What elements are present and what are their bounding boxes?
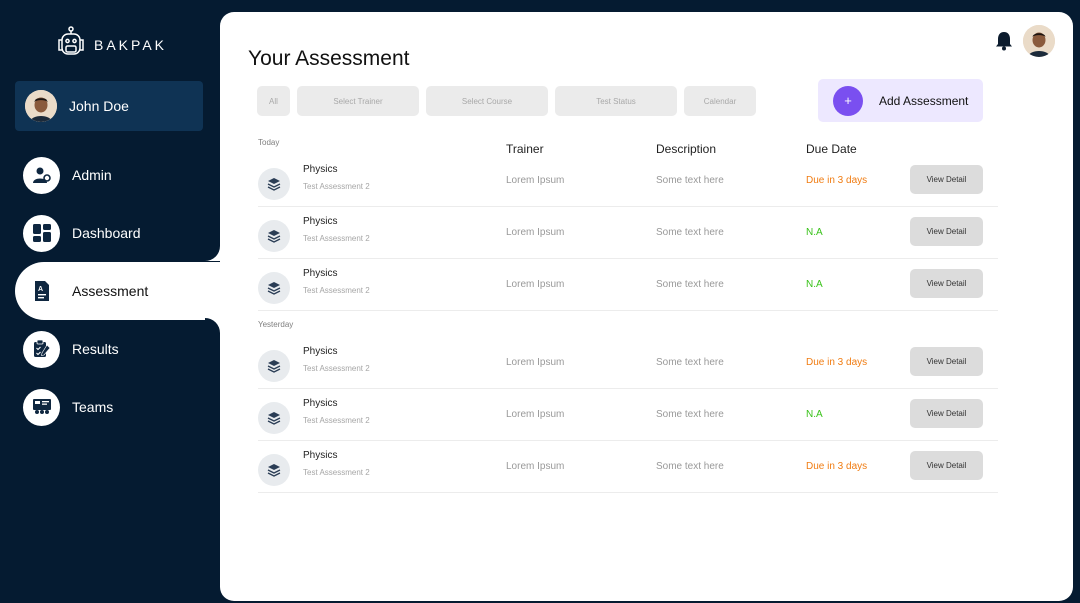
row-trainer: Lorem Ipsum	[506, 175, 565, 186]
view-detail-button[interactable]: View Detail	[910, 399, 983, 428]
layers-icon	[258, 402, 290, 434]
brand-name: BAKPAK	[94, 36, 167, 53]
robot-backpack-icon	[56, 26, 86, 63]
header-actions	[994, 25, 1055, 57]
sidebar-item-teams[interactable]: Teams	[0, 378, 220, 436]
row-trainer: Lorem Ipsum	[506, 461, 565, 472]
app-window: BAKPAK John Doe Admin Dashboard A Assess…	[0, 0, 1080, 603]
row-subject: Physics	[303, 216, 338, 227]
table-row: Physics Test Assessment 2 Lorem Ipsum So…	[258, 337, 998, 389]
sidebar-item-label: Results	[72, 341, 119, 357]
filter-all[interactable]: All	[257, 86, 290, 116]
layers-icon	[258, 168, 290, 200]
sidebar-item-assessment[interactable]: A Assessment	[15, 262, 220, 320]
bell-icon[interactable]	[994, 30, 1014, 52]
row-due-date: Due in 3 days	[806, 461, 868, 472]
add-assessment-button[interactable]: + Add Assessment	[818, 79, 983, 122]
view-detail-button[interactable]: View Detail	[910, 347, 983, 376]
table-row: Physics Test Assessment 2 Lorem Ipsum So…	[258, 155, 998, 207]
row-due-date: N.A	[806, 227, 823, 238]
view-detail-button[interactable]: View Detail	[910, 451, 983, 480]
row-subject: Physics	[303, 268, 338, 279]
row-description: Some text here	[656, 175, 724, 186]
row-description: Some text here	[656, 461, 724, 472]
row-subtitle: Test Assessment 2	[303, 416, 370, 425]
layers-icon	[258, 220, 290, 252]
filter-trainer-select[interactable]: Select Trainer	[297, 86, 419, 116]
sidebar-item-results[interactable]: Results	[0, 320, 220, 378]
sidebar-item-dashboard[interactable]: Dashboard	[0, 204, 220, 262]
layers-icon	[258, 454, 290, 486]
sidebar-item-label: Teams	[72, 399, 114, 415]
row-description: Some text here	[656, 357, 724, 368]
brand-logo[interactable]: BAKPAK	[56, 26, 167, 63]
active-tab-curve-top	[205, 229, 220, 261]
row-subject: Physics	[303, 450, 338, 461]
results-icon	[23, 330, 60, 368]
row-trainer: Lorem Ipsum	[506, 357, 565, 368]
layers-icon	[258, 350, 290, 382]
view-detail-button[interactable]: View Detail	[910, 269, 983, 298]
filter-calendar[interactable]: Calendar	[684, 86, 756, 116]
row-due-date: N.A	[806, 409, 823, 420]
sidebar: BAKPAK John Doe Admin Dashboard A Assess…	[0, 0, 220, 603]
avatar[interactable]	[1023, 25, 1055, 57]
active-tab-curve-bottom	[205, 318, 220, 350]
section-label-yesterday: Yesterday	[258, 320, 294, 329]
main-panel: Your Assessment All Select Trainer Selec…	[220, 12, 1073, 601]
row-description: Some text here	[656, 279, 724, 290]
page-title: Your Assessment	[248, 47, 410, 70]
filter-status-select[interactable]: Test Status	[555, 86, 677, 116]
sidebar-item-label: Dashboard	[72, 225, 141, 241]
svg-text:A: A	[38, 286, 43, 293]
sidebar-item-label: Assessment	[72, 283, 149, 299]
user-name: John Doe	[69, 98, 129, 114]
row-trainer: Lorem Ipsum	[506, 279, 565, 290]
sidebar-item-label: Admin	[72, 167, 112, 183]
avatar	[25, 90, 57, 122]
row-subtitle: Test Assessment 2	[303, 286, 370, 295]
row-subtitle: Test Assessment 2	[303, 234, 370, 243]
row-subject: Physics	[303, 398, 338, 409]
sidebar-item-admin[interactable]: Admin	[0, 146, 220, 204]
sidebar-nav: Admin Dashboard A Assessment Results Tea…	[0, 146, 220, 436]
row-subtitle: Test Assessment 2	[303, 182, 370, 191]
column-header-trainer: Trainer	[506, 142, 544, 156]
row-subtitle: Test Assessment 2	[303, 468, 370, 477]
row-subject: Physics	[303, 346, 338, 357]
row-due-date: Due in 3 days	[806, 175, 868, 186]
row-due-date: Due in 3 days	[806, 357, 868, 368]
row-description: Some text here	[656, 227, 724, 238]
dashboard-icon	[23, 214, 60, 252]
table-row: Physics Test Assessment 2 Lorem Ipsum So…	[258, 441, 998, 493]
add-assessment-label: Add Assessment	[879, 93, 969, 108]
column-header-description: Description	[656, 142, 717, 156]
plus-icon: +	[833, 85, 863, 116]
filter-bar: All Select Trainer Select Course Test St…	[257, 86, 756, 116]
admin-icon	[23, 156, 60, 194]
table-row: Physics Test Assessment 2 Lorem Ipsum So…	[258, 207, 998, 259]
view-detail-button[interactable]: View Detail	[910, 165, 983, 194]
user-profile-card[interactable]: John Doe	[15, 81, 203, 131]
filter-course-select[interactable]: Select Course	[426, 86, 548, 116]
row-trainer: Lorem Ipsum	[506, 227, 565, 238]
section-label-today: Today	[258, 138, 280, 147]
column-header-due-date: Due Date	[806, 142, 857, 156]
row-trainer: Lorem Ipsum	[506, 409, 565, 420]
layers-icon	[258, 272, 290, 304]
row-subtitle: Test Assessment 2	[303, 364, 370, 373]
row-due-date: N.A	[806, 279, 823, 290]
row-description: Some text here	[656, 409, 724, 420]
assessment-icon: A	[23, 273, 60, 310]
view-detail-button[interactable]: View Detail	[910, 217, 983, 246]
table-row: Physics Test Assessment 2 Lorem Ipsum So…	[258, 389, 998, 441]
table-row: Physics Test Assessment 2 Lorem Ipsum So…	[258, 259, 998, 311]
teams-icon	[23, 388, 60, 426]
row-subject: Physics	[303, 164, 338, 175]
